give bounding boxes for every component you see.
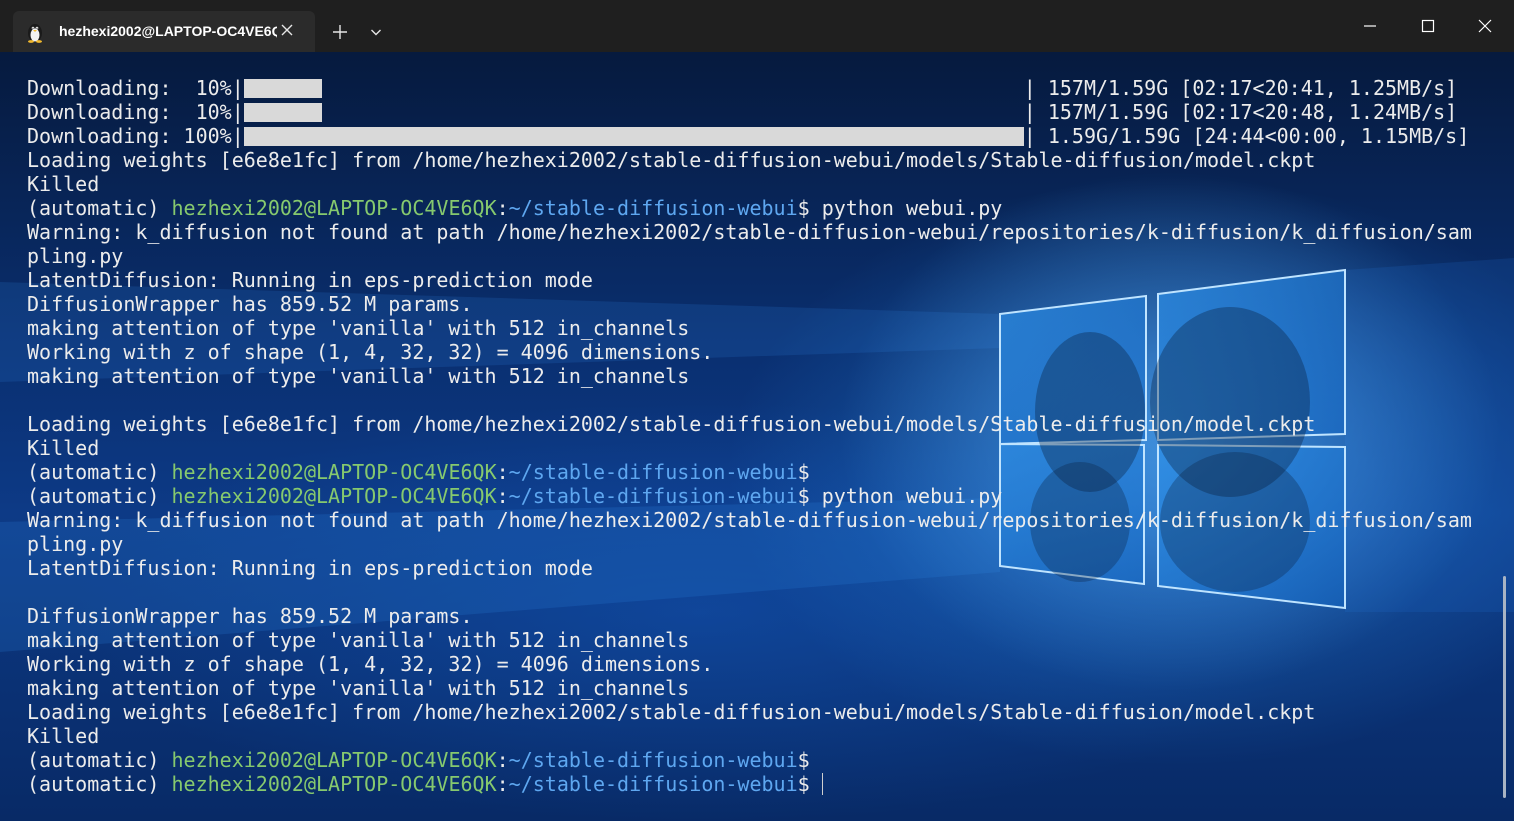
output-line: making attention of type 'vanilla' with …: [27, 628, 690, 652]
prompt-symbol: $: [797, 748, 810, 772]
prompt-env: (automatic): [27, 484, 172, 508]
prompt-line: (automatic) hezhexi2002@LAPTOP-OC4VE6QK:…: [27, 460, 1472, 484]
prompt-symbol: $: [797, 460, 810, 484]
prompt-path: ~/stable-diffusion-webui: [508, 772, 798, 796]
scrollbar-thumb[interactable]: [1503, 576, 1506, 798]
plus-icon: [333, 25, 347, 39]
command-text: python webui.py: [809, 484, 1003, 508]
prompt-colon: :: [496, 484, 509, 508]
prompt-path: ~/stable-diffusion-webui: [508, 460, 798, 484]
download-stats: | 157M/1.59G [02:17<20:48, 1.24MB/s]: [1023, 100, 1458, 124]
title-bar[interactable]: hezhexi2002@LAPTOP-OC4VE6QK: ~/stable-di…: [0, 0, 1514, 53]
prompt-path: ~/stable-diffusion-webui: [508, 748, 798, 772]
prompt-path: ~/stable-diffusion-webui: [508, 196, 798, 220]
output-line: Loading weights [e6e8e1fc] from /home/he…: [27, 148, 1316, 172]
prompt-user-host: hezhexi2002@LAPTOP-OC4VE6QK: [171, 772, 497, 796]
output-line: Loading weights [e6e8e1fc] from /home/he…: [27, 700, 1316, 724]
progress-bar: [243, 127, 1024, 146]
prompt-env: (automatic): [27, 196, 172, 220]
download-label: Downloading: 10%|: [27, 100, 244, 124]
prompt-symbol: $: [797, 772, 810, 796]
new-tab-button[interactable]: [325, 17, 355, 47]
output-line: making attention of type 'vanilla' with …: [27, 316, 690, 340]
output-line: pling.py: [27, 244, 124, 268]
download-progress-row: Downloading: 10%| | 157M/1.59G [02:17<20:…: [27, 100, 1472, 124]
terminal-output-area[interactable]: Downloading: 10%| | 157M/1.59G [02:17<20:…: [0, 52, 1514, 821]
download-stats: | 1.59G/1.59G [24:44<00:00, 1.15MB/s]: [1023, 124, 1470, 148]
command-text: python webui.py: [809, 196, 1003, 220]
download-progress-row: Downloading: 10%| | 157M/1.59G [02:17<20:…: [27, 76, 1472, 100]
output-line: Loading weights [e6e8e1fc] from /home/he…: [27, 412, 1316, 436]
prompt-colon: :: [496, 772, 509, 796]
output-line: LatentDiffusion: Running in eps-predicti…: [27, 268, 593, 292]
output-line: making attention of type 'vanilla' with …: [27, 364, 690, 388]
prompt-line: (automatic) hezhexi2002@LAPTOP-OC4VE6QK:…: [27, 748, 1472, 772]
prompt-user-host: hezhexi2002@LAPTOP-OC4VE6QK: [171, 484, 497, 508]
output-line: Killed: [27, 724, 100, 748]
tab-close-icon[interactable]: [279, 22, 295, 38]
prompt-colon: :: [496, 196, 509, 220]
output-line: DiffusionWrapper has 859.52 M params.: [27, 604, 473, 628]
prompt-path: ~/stable-diffusion-webui: [508, 484, 798, 508]
prompt-line: (automatic) hezhexi2002@LAPTOP-OC4VE6QK:…: [27, 484, 1472, 508]
prompt-symbol: $: [797, 484, 810, 508]
download-label: Downloading: 100%|: [27, 124, 244, 148]
prompt-symbol: $: [797, 196, 810, 220]
terminal-window: hezhexi2002@LAPTOP-OC4VE6QK: ~/stable-di…: [0, 0, 1514, 821]
download-label: Downloading: 10%|: [27, 76, 244, 100]
output-line: Warning: k_diffusion not found at path /…: [27, 220, 1472, 244]
prompt-colon: :: [496, 460, 509, 484]
prompt-colon: :: [496, 748, 509, 772]
tab-title: hezhexi2002@LAPTOP-OC4VE6QK: ~/stable-di…: [59, 23, 277, 39]
output-line: Killed: [27, 436, 100, 460]
output-line: Working with z of shape (1, 4, 32, 32) =…: [27, 652, 714, 676]
text-cursor[interactable]: [821, 773, 823, 795]
close-icon: [1478, 19, 1492, 33]
output-line: pling.py: [27, 532, 124, 556]
prompt-line: (automatic) hezhexi2002@LAPTOP-OC4VE6QK:…: [27, 196, 1472, 220]
linux-penguin-icon: [28, 24, 42, 43]
prompt-env: (automatic): [27, 772, 172, 796]
output-line: Killed: [27, 172, 100, 196]
prompt-env: (automatic): [27, 460, 172, 484]
minimize-icon: [1364, 25, 1376, 27]
maximize-icon: [1421, 19, 1435, 33]
prompt-user-host: hezhexi2002@LAPTOP-OC4VE6QK: [171, 460, 497, 484]
minimize-button[interactable]: [1341, 0, 1399, 52]
progress-bar: [243, 103, 322, 122]
profile-dropdown-button[interactable]: [362, 17, 390, 47]
maximize-button[interactable]: [1399, 0, 1457, 52]
prompt-line: (automatic) hezhexi2002@LAPTOP-OC4VE6QK:…: [27, 772, 1472, 796]
close-button[interactable]: [1456, 0, 1514, 52]
terminal-tab[interactable]: hezhexi2002@LAPTOP-OC4VE6QK: ~/stable-di…: [13, 11, 315, 52]
output-line: making attention of type 'vanilla' with …: [27, 676, 690, 700]
output-line: Warning: k_diffusion not found at path /…: [27, 508, 1472, 532]
download-stats: | 157M/1.59G [02:17<20:41, 1.25MB/s]: [1023, 76, 1458, 100]
prompt-env: (automatic): [27, 748, 172, 772]
prompt-user-host: hezhexi2002@LAPTOP-OC4VE6QK: [171, 748, 497, 772]
prompt-user-host: hezhexi2002@LAPTOP-OC4VE6QK: [171, 196, 497, 220]
chevron-down-icon: [371, 29, 381, 36]
terminal-lines: Downloading: 10%| | 157M/1.59G [02:17<20:…: [27, 76, 1472, 796]
progress-bar: [243, 79, 322, 98]
output-line: Working with z of shape (1, 4, 32, 32) =…: [27, 340, 714, 364]
output-line: LatentDiffusion: Running in eps-predicti…: [27, 556, 593, 580]
output-line: DiffusionWrapper has 859.52 M params.: [27, 292, 473, 316]
download-progress-row: Downloading: 100%| | 1.59G/1.59G [24:44<0…: [27, 124, 1472, 148]
